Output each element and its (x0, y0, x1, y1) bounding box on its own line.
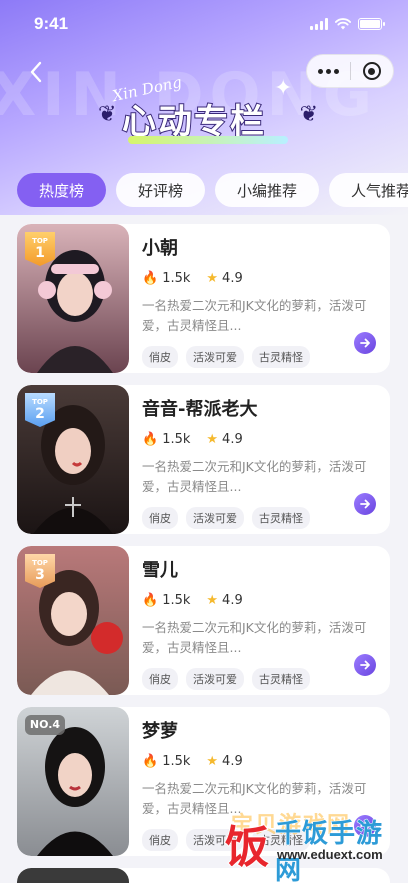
rank-badge: NO.4 (25, 715, 65, 735)
rank-number: NO.4 (29, 718, 61, 731)
star-icon: ★ (206, 431, 219, 447)
tab-rating[interactable]: 好评榜 (116, 173, 206, 207)
tag: 俏皮 (142, 668, 178, 690)
star-icon: ★ (206, 270, 219, 286)
title-underline (128, 136, 288, 144)
rating-value: 4.9 (222, 753, 243, 769)
tag-list: 俏皮 活泼可爱 古灵精怪 (142, 346, 376, 368)
tag: 活泼可爱 (186, 346, 244, 368)
tag: 俏皮 (142, 507, 178, 529)
tag: 活泼可爱 (186, 829, 244, 851)
character-description: 一名热爱二次元和JK文化的萝莉，活泼可爱，古灵精怪且... (142, 459, 367, 494)
character-info: 雪儿 🔥 1.5k ★ 4.9 一名热爱二次元和JK文化的萝莉，活泼可爱，古灵精怪且… (142, 558, 376, 690)
tag: 俏皮 (142, 346, 178, 368)
character-description: 一名热爱二次元和JK文化的萝莉，活泼可爱，古灵精怪且... (142, 298, 367, 333)
enter-button[interactable] (354, 654, 376, 676)
enter-button[interactable] (354, 332, 376, 354)
flame-icon: 🔥 (142, 753, 159, 769)
character-list: TOP 1 小朝 🔥 1.5k ★ 4.9 一名热爱二次元和JK文化的萝莉，活泼可爱… (17, 224, 390, 883)
character-name: 雪儿 (142, 560, 178, 581)
character-card[interactable]: TOP 3 雪儿 🔥 1.5k ★ 4.9 一名热爱二次元和JK文化的萝莉，活泼可爱… (17, 546, 390, 695)
tag: 古灵精怪 (252, 507, 310, 529)
character-stats: 🔥 1.5k ★ 4.9 (142, 592, 376, 608)
enter-button[interactable] (354, 815, 376, 837)
character-card[interactable]: NO.4 梦萝 🔥 1.5k ★ 4.9 一名热爱二次元和JK文化的萝莉，活泼可爱，… (17, 707, 390, 856)
character-card[interactable]: TOP 2 音音-帮派老大 🔥 1.5k ★ 4.9 一名热爱二次元和JK文化的萝莉… (17, 385, 390, 534)
status-icons (310, 18, 385, 30)
rank-number: 2 (35, 406, 45, 422)
star-icon: ★ (206, 592, 219, 608)
tab-editor-pick[interactable]: 小编推荐 (215, 173, 320, 207)
back-button[interactable] (22, 58, 50, 86)
rank-top-label: TOP (32, 237, 48, 245)
tag-list: 俏皮 活泼可爱 古灵精怪 (142, 668, 376, 690)
chevron-left-icon (30, 61, 42, 83)
arrow-right-icon (360, 338, 370, 348)
tab-popular[interactable]: 人气推荐 (329, 173, 408, 207)
rank-number: 1 (35, 245, 45, 261)
character-name: 音音-帮派老大 (142, 399, 258, 420)
wifi-icon (335, 18, 351, 30)
character-info: 梦萝 🔥 1.5k ★ 4.9 一名热爱二次元和JK文化的萝莉，活泼可爱，古灵精怪且… (142, 719, 376, 851)
heat-value: 1.5k (162, 592, 191, 608)
target-circle-icon (362, 62, 381, 80)
tag: 俏皮 (142, 829, 178, 851)
status-bar: 9:41 (0, 0, 408, 48)
rank-top-label: TOP (32, 398, 48, 406)
laurel-right-icon: ❦ (299, 102, 318, 127)
flame-icon: 🔥 (142, 592, 159, 608)
character-card[interactable]: TOP 1 小朝 🔥 1.5k ★ 4.9 一名热爱二次元和JK文化的萝莉，活泼可爱… (17, 224, 390, 373)
page-banner: ✦ ❦ Xin Dong 心动专栏 ❦ (98, 73, 318, 150)
flame-icon: 🔥 (142, 270, 159, 286)
rating-value: 4.9 (222, 431, 243, 447)
character-description: 一名热爱二次元和JK文化的萝莉，活泼可爱，古灵精怪且... (142, 781, 367, 816)
rating-value: 4.9 (222, 270, 243, 286)
arrow-right-icon (360, 499, 370, 509)
arrow-right-icon (360, 660, 370, 670)
rank-badge: TOP 1 (25, 232, 55, 266)
battery-icon (358, 18, 385, 30)
rank-badge: TOP 2 (25, 393, 55, 427)
tag: 古灵精怪 (252, 829, 310, 851)
close-miniprogram-button[interactable] (351, 55, 394, 87)
character-stats: 🔥 1.5k ★ 4.9 (142, 431, 376, 447)
ranking-tabs: 热度榜 好评榜 小编推荐 人气推荐 (17, 173, 408, 207)
character-name: 小朝 (142, 238, 178, 259)
character-stats: 🔥 1.5k ★ 4.9 (142, 270, 376, 286)
heat-value: 1.5k (162, 431, 191, 447)
star-icon: ★ (206, 753, 219, 769)
tag: 古灵精怪 (252, 668, 310, 690)
arrow-right-icon (360, 821, 370, 831)
rank-number: 3 (35, 567, 45, 583)
laurel-left-icon: ❦ (98, 102, 117, 127)
flame-icon: 🔥 (142, 431, 159, 447)
character-info: 小朝 🔥 1.5k ★ 4.9 一名热爱二次元和JK文化的萝莉，活泼可爱，古灵精怪且… (142, 236, 376, 368)
more-dots-icon (317, 68, 339, 74)
status-time: 9:41 (34, 14, 69, 33)
character-name: 梦萝 (142, 721, 178, 742)
rating-value: 4.9 (222, 592, 243, 608)
heat-value: 1.5k (162, 270, 191, 286)
tag: 活泼可爱 (186, 507, 244, 529)
character-card-partial[interactable] (17, 868, 390, 883)
tag: 活泼可爱 (186, 668, 244, 690)
tab-hot[interactable]: 热度榜 (17, 173, 107, 207)
tag: 古灵精怪 (252, 346, 310, 368)
rank-top-label: TOP (32, 559, 48, 567)
heat-value: 1.5k (162, 753, 191, 769)
character-description: 一名热爱二次元和JK文化的萝莉，活泼可爱，古灵精怪且... (142, 620, 367, 655)
sparkle-icon: ✦ (274, 76, 293, 101)
rank-badge: TOP 3 (25, 554, 55, 588)
character-stats: 🔥 1.5k ★ 4.9 (142, 753, 376, 769)
cellular-signal-icon (310, 18, 328, 30)
miniprogram-capsule (306, 54, 394, 88)
enter-button[interactable] (354, 493, 376, 515)
character-info: 音音-帮派老大 🔥 1.5k ★ 4.9 一名热爱二次元和JK文化的萝莉，活泼可爱，… (142, 397, 376, 529)
tag-list: 俏皮 活泼可爱 古灵精怪 (142, 829, 376, 851)
tag-list: 俏皮 活泼可爱 古灵精怪 (142, 507, 376, 529)
